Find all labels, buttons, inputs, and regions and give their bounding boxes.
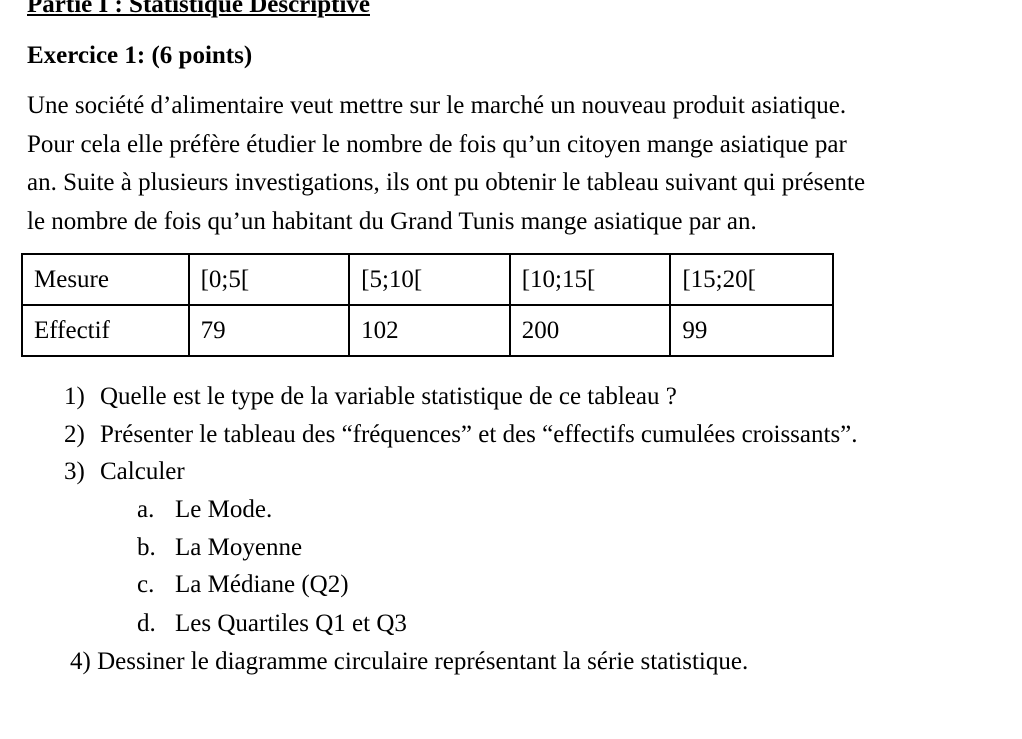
row-header-mesure: Mesure — [21, 253, 190, 306]
table-cell: [10;15[ — [508, 253, 672, 306]
question-4: 4) Dessiner le diagramme circulaire repr… — [70, 647, 748, 677]
intro-line: Une société d’alimentaire veut mettre su… — [27, 92, 847, 119]
question-text: Quelle est le type de la variable statis… — [100, 383, 677, 410]
table-row: Mesure [0;5[ [5;10[ [10;15[ [15;20[ — [21, 253, 834, 306]
intro-line: le nombre de fois qu’un habitant du Gran… — [27, 207, 757, 235]
table-row: Effectif 79 102 200 99 — [21, 304, 834, 357]
subquestion-b: b. La Moyenne — [137, 533, 302, 563]
question-number: 3) — [64, 458, 85, 485]
question-1: 1) Quelle est le type de la variable stat… — [64, 382, 677, 412]
row-header-effectif: Effectif — [21, 304, 190, 357]
table-cell: 102 — [348, 304, 511, 357]
subquestion-letter: d. — [137, 610, 156, 637]
table-cell: 99 — [669, 304, 834, 357]
subquestion-letter: a. — [137, 496, 155, 523]
table-cell: [5;10[ — [348, 253, 511, 306]
question-text: Calculer — [100, 458, 185, 485]
subquestion-letter: c. — [137, 571, 155, 598]
subquestion-a: a. Le Mode. — [137, 495, 272, 525]
subquestion-c: c. La Médiane (Q2) — [137, 570, 349, 600]
table-cell: [15;20[ — [669, 253, 834, 306]
subquestion-d: d. Les Quartiles Q1 et Q3 — [137, 609, 407, 639]
subquestion-text: La Médiane (Q2) — [175, 571, 349, 598]
table-cell: [0;5[ — [187, 253, 351, 306]
question-text: Dessiner le diagramme circulaire représe… — [97, 648, 749, 675]
question-text: Présenter le tableau des “fréquences” et… — [100, 421, 858, 448]
intro-line: Pour cela elle préfère étudier le nombre… — [27, 130, 847, 158]
question-number: 2) — [64, 421, 85, 448]
table-cell: 79 — [187, 304, 351, 357]
question-number: 1) — [64, 383, 85, 410]
subquestion-text: La Moyenne — [175, 534, 303, 561]
question-number: 4) — [70, 648, 91, 675]
subquestion-text: Le Mode. — [175, 496, 273, 523]
question-2: 2) Présenter le tableau des “fréquences” … — [64, 420, 858, 450]
frequency-table: Mesure [0;5[ [5;10[ [10;15[ [15;20[ Effe… — [21, 253, 834, 357]
table-cell: 200 — [508, 304, 672, 357]
intro-line: an. Suite à plusieurs investigations, il… — [27, 169, 866, 196]
subquestion-text: Les Quartiles Q1 et Q3 — [175, 610, 407, 637]
exercise-intro: Une société d’alimentaire veut mettre su… — [27, 87, 1002, 241]
exercise-title: Exercice 1: (6 points) — [27, 42, 253, 69]
subquestion-letter: b. — [137, 534, 156, 561]
section-title: Partie I : Statistique Descriptive — [27, 0, 370, 18]
question-3: 3) Calculer — [64, 457, 185, 487]
